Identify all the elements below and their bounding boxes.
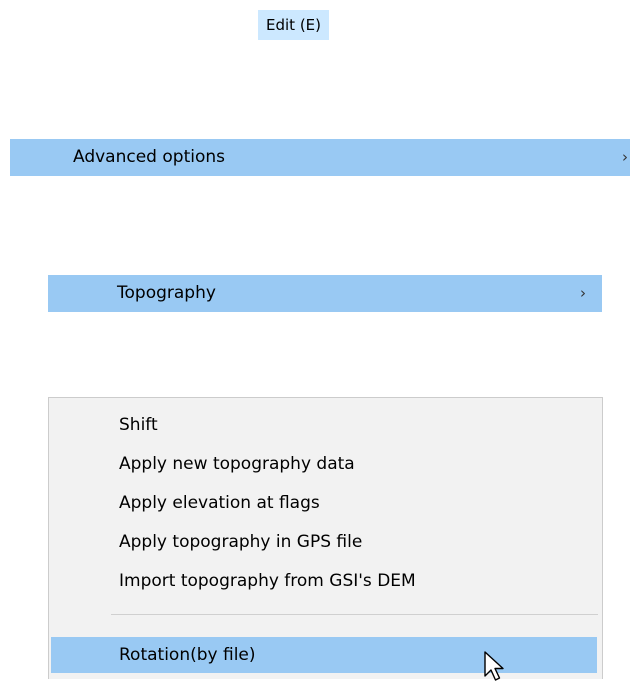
menu-item-label: Shift [119, 415, 158, 435]
menu-item-label: Rotation(by file) [119, 645, 256, 665]
menu-item-rotation-by-file[interactable]: Rotation(by file) [51, 637, 597, 673]
menu-item-advanced-options[interactable]: Advanced options › [10, 139, 630, 176]
menu-separator [111, 614, 598, 615]
menu-item-apply-elevation-at-flags[interactable]: Apply elevation at flags [49, 488, 602, 518]
menu-item-import-topography-from-gsi-dem[interactable]: Import topography from GSI's DEM [49, 566, 602, 596]
menu-item-apply-new-topography-data[interactable]: Apply new topography data [49, 449, 602, 479]
menu-item-label: Apply elevation at flags [119, 493, 320, 513]
advanced-options-label: Advanced options [73, 147, 225, 167]
chevron-right-icon: › [580, 284, 586, 302]
menu-item-label: Import topography from GSI's DEM [119, 571, 416, 591]
edit-menu-title[interactable]: Edit (E) [258, 10, 329, 40]
menu-item-label: Apply new topography data [119, 454, 355, 474]
menu-item-label: Apply topography in GPS file [119, 532, 363, 552]
menu-item-apply-topography-in-gps-file[interactable]: Apply topography in GPS file [49, 527, 602, 557]
edit-menu-label: Edit (E) [266, 16, 321, 34]
menu-item-shift[interactable]: Shift [49, 410, 602, 440]
topography-submenu: Shift Apply new topography data Apply el… [48, 397, 603, 681]
chevron-right-icon: › [622, 148, 628, 166]
topography-label: Topography [117, 283, 216, 303]
menu-item-topography[interactable]: Topography › [48, 275, 602, 312]
